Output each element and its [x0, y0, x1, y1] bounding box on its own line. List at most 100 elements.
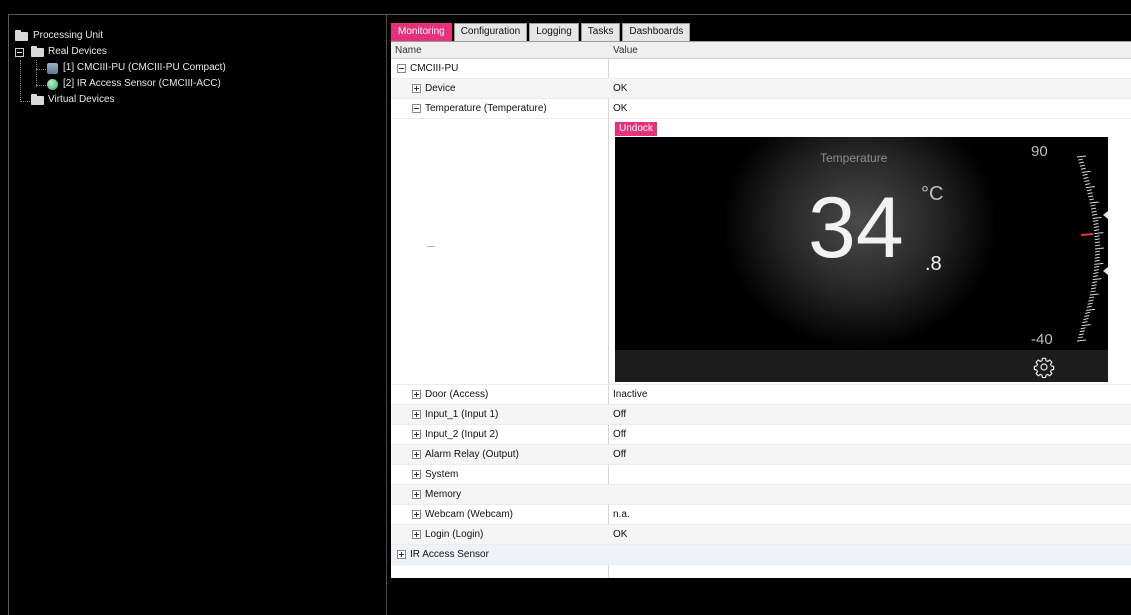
tree-connector [20, 60, 21, 102]
app-frame: Processing Unit Real Devices [1] CMCIII-… [8, 14, 1131, 615]
gauge-threshold-marker [1103, 211, 1108, 219]
gauge-tick [1079, 330, 1085, 333]
gauge-threshold-marker [1103, 267, 1108, 275]
row-value: OK [613, 83, 628, 94]
expand-icon[interactable] [412, 450, 421, 459]
tree-connector [36, 85, 46, 86]
tree-item-device-2[interactable]: [2] IR Access Sensor (CMCIII-ACC) [9, 76, 386, 92]
table-row[interactable]: Door (Access) Inactive [391, 385, 1131, 405]
expand-icon[interactable] [412, 510, 421, 519]
device-tree: Processing Unit Real Devices [1] CMCIII-… [9, 15, 387, 615]
tab-monitoring[interactable]: Monitoring [391, 23, 452, 41]
gauge-tick [1082, 173, 1088, 176]
column-header-value[interactable]: Value [613, 45, 638, 56]
tab-bar: Monitoring Configuration Logging Tasks D… [391, 23, 691, 41]
tab-tasks[interactable]: Tasks [580, 23, 621, 41]
gauge-tick [1088, 299, 1094, 302]
row-name: Temperature (Temperature) [425, 103, 547, 114]
expand-icon[interactable] [412, 530, 421, 539]
gauge-tick [1082, 321, 1088, 324]
table-row[interactable]: Memory [391, 485, 1131, 505]
group-row-cmciii-pu[interactable]: CMCIII-PU [391, 59, 1131, 79]
gauge-tick [1093, 272, 1099, 275]
table-row[interactable]: Input_1 (Input 1) Off [391, 405, 1131, 425]
tree-connector [36, 60, 37, 87]
tab-configuration[interactable]: Configuration [453, 23, 528, 41]
table-row[interactable]: System [391, 465, 1131, 485]
gauge-tick [1094, 232, 1104, 235]
gauge-tick [1091, 213, 1098, 216]
tree-connector [20, 101, 30, 102]
gauge-tick [1090, 204, 1096, 207]
gear-icon[interactable] [1033, 356, 1055, 378]
gauge-min-label: -40 [1031, 331, 1053, 348]
row-value: Inactive [613, 389, 648, 400]
gauge-tick [1091, 210, 1097, 213]
gauge-tick [1089, 201, 1099, 204]
tree-item-label: Processing Unit [33, 30, 104, 41]
gauge-tick [1090, 287, 1097, 290]
table-row[interactable]: Temperature (Temperature) OK [391, 99, 1131, 119]
gauge-tick [1084, 180, 1090, 183]
gauge-tick [1093, 226, 1099, 229]
gauge-tick [1093, 222, 1099, 225]
gauge-tick [1094, 238, 1100, 241]
expand-icon[interactable] [412, 84, 421, 93]
expand-icon[interactable] [412, 430, 421, 439]
gauge-tick [1088, 198, 1095, 201]
row-value: Off [613, 429, 627, 440]
expand-icon[interactable] [412, 490, 421, 499]
gauge-tick [1094, 265, 1100, 268]
gauge-max-label: 90 [1031, 143, 1048, 160]
gauge-tick [1094, 235, 1100, 238]
table-row[interactable]: Input_2 (Input 2) Off [391, 425, 1131, 445]
tree-item-real-devices[interactable]: Real Devices [9, 44, 386, 60]
gauge-tick [1088, 296, 1095, 299]
collapse-icon[interactable] [15, 48, 24, 57]
gauge-tick [1085, 311, 1091, 314]
row-name: Memory [425, 489, 462, 500]
gauge-tick [1080, 167, 1086, 170]
gauge-tick [1091, 284, 1097, 287]
table-row[interactable]: Device OK [391, 79, 1131, 99]
gauge-tick [1092, 219, 1099, 222]
collapse-icon[interactable] [397, 64, 406, 73]
tree-item-device-1[interactable]: [1] CMCIII-PU (CMCIII-PU Compact) [9, 60, 386, 76]
expand-icon[interactable] [412, 410, 421, 419]
column-header-name[interactable]: Name [395, 45, 422, 56]
gauge-tick [1094, 247, 1105, 250]
tree-item-virtual-devices[interactable]: Virtual Devices [9, 92, 386, 108]
table-row[interactable]: Login (Login) OK [391, 525, 1131, 545]
gauge-tick [1094, 259, 1100, 262]
gauge-tick [1076, 155, 1087, 158]
folder-icon [31, 46, 44, 57]
row-name: Alarm Relay (Output) [425, 449, 519, 460]
gauge-tick [1080, 327, 1086, 330]
expand-icon[interactable] [412, 390, 421, 399]
temperature-widget-row: Undock Temperature 34 .8 °C 90 -40 [391, 119, 1131, 385]
expand-icon[interactable] [412, 470, 421, 479]
gauge-current-marker [1080, 233, 1094, 236]
gauge-tick [1085, 186, 1096, 189]
gauge-tick [1094, 253, 1100, 256]
gauge-tick [1081, 324, 1091, 327]
collapse-icon[interactable] [412, 104, 421, 113]
table-row[interactable]: Webcam (Webcam) n.a. [391, 505, 1131, 525]
row-value: OK [613, 529, 628, 540]
tree-item-label: [2] IR Access Sensor (CMCIII-ACC) [63, 78, 221, 89]
sensor-icon [47, 79, 58, 90]
placeholder-dash [427, 246, 435, 247]
gauge-tick [1094, 229, 1100, 232]
row-name: Input_2 (Input 2) [425, 429, 499, 440]
group-row-ir-access-sensor[interactable]: IR Access Sensor [391, 545, 1131, 565]
expand-icon[interactable] [397, 550, 406, 559]
table-row[interactable]: Alarm Relay (Output) Off [391, 445, 1131, 465]
undock-button[interactable]: Undock [615, 122, 657, 136]
tab-logging[interactable]: Logging [529, 23, 579, 41]
gauge-tick [1078, 333, 1084, 336]
gauge-tick [1090, 207, 1097, 210]
tree-item-processing-unit[interactable]: Processing Unit [9, 28, 386, 44]
row-name: Login (Login) [425, 529, 484, 540]
grid-header: Name Value [391, 42, 1131, 59]
tab-dashboards[interactable]: Dashboards [622, 23, 691, 41]
